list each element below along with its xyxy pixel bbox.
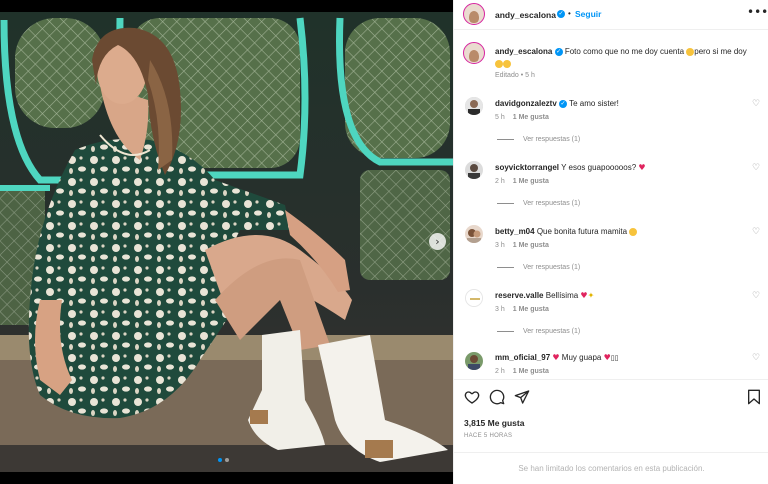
view-replies-button[interactable]: Ver respuestas (1) bbox=[497, 264, 580, 271]
commenter-username[interactable]: soyvicktorrangel bbox=[495, 163, 559, 172]
caption-body: Foto como que no me doy cuenta bbox=[564, 47, 685, 56]
post-header: andy_escalona ✓ • Seguir ••• bbox=[454, 0, 768, 30]
caption-body-2: pero si me doy bbox=[694, 47, 747, 56]
send-icon[interactable] bbox=[514, 389, 530, 405]
commenter-avatar[interactable] bbox=[465, 97, 483, 115]
comment-time[interactable]: 5 h bbox=[495, 114, 505, 121]
red-heart-emoji-icon: ♥ bbox=[552, 353, 560, 363]
comment-like-heart-icon[interactable]: ♡ bbox=[752, 227, 760, 237]
heart-outline-icon[interactable] bbox=[464, 389, 480, 405]
comment-text: davidgonzaleztv ✓ Te amo sister! bbox=[495, 98, 745, 109]
grin-emoji-icon bbox=[495, 59, 503, 68]
comment-text: reserve.valle Bellísima ♥✦ bbox=[495, 290, 745, 301]
comment-likes[interactable]: 1 Me gusta bbox=[513, 178, 549, 185]
carousel-dot bbox=[225, 458, 229, 462]
comment-time[interactable]: 3 h bbox=[495, 306, 505, 313]
caption-username[interactable]: andy_escalona bbox=[495, 47, 552, 56]
comment-item: davidgonzaleztv ✓ Te amo sister! 5 h 1 Me… bbox=[454, 93, 768, 157]
carousel-dot bbox=[218, 458, 222, 462]
post-actions: 3,815 Me gusta HACE 5 HORAS Se han limit… bbox=[454, 379, 768, 484]
comment-likes[interactable]: 1 Me gusta bbox=[513, 242, 549, 249]
edited-label: Editado bbox=[495, 72, 519, 79]
red-heart-emoji-icon: ♥ bbox=[603, 353, 611, 363]
author-username[interactable]: andy_escalona bbox=[495, 10, 556, 20]
follow-button[interactable]: Seguir bbox=[575, 9, 601, 19]
comment-item: mm_oficial_97 ♥ Muy guapa ♥▯▯ 2 h1 Me gu… bbox=[454, 349, 768, 379]
comment-text: mm_oficial_97 ♥ Muy guapa ♥▯▯ bbox=[495, 352, 745, 364]
post-side-panel: andy_escalona ✓ • Seguir ••• andy_escalo… bbox=[453, 0, 768, 484]
comment-body: Te amo sister! bbox=[569, 99, 619, 108]
comment-time[interactable]: 2 h bbox=[495, 178, 505, 185]
caption-meta: Editado • 5 h bbox=[495, 72, 535, 79]
meta-separator: • bbox=[520, 72, 524, 79]
comment-like-heart-icon[interactable]: ♡ bbox=[752, 163, 760, 173]
commenter-username[interactable]: davidgonzaleztv bbox=[495, 99, 557, 108]
carousel-indicator bbox=[218, 458, 229, 462]
red-heart-emoji-icon: ♥ bbox=[580, 291, 588, 301]
bookmark-icon[interactable] bbox=[747, 389, 761, 405]
header-separator: • bbox=[568, 9, 571, 18]
comment-meta: 2 h 1 Me gusta bbox=[495, 368, 549, 375]
likes-count[interactable]: 3,815 Me gusta bbox=[464, 418, 524, 428]
commenter-avatar[interactable] bbox=[465, 289, 483, 307]
emoji-placeholder-icon: ▯▯ bbox=[610, 355, 619, 362]
comments-list[interactable]: andy_escalona ✓ Foto como que no me doy … bbox=[454, 31, 768, 379]
view-replies-button[interactable]: Ver respuestas (1) bbox=[497, 200, 580, 207]
post-image bbox=[0, 0, 453, 484]
comment-body: Bellísima bbox=[545, 291, 579, 300]
comment-time[interactable]: 3 h bbox=[495, 242, 505, 249]
comment-likes[interactable]: 1 Me gusta bbox=[513, 306, 549, 313]
comment-likes[interactable]: 1 Me gusta bbox=[513, 114, 549, 121]
author-avatar[interactable] bbox=[463, 3, 485, 25]
caption-text: andy_escalona ✓ Foto como que no me doy … bbox=[495, 46, 750, 70]
view-replies-label: Ver respuestas (1) bbox=[523, 200, 581, 207]
comment-body: Muy guapa bbox=[561, 353, 602, 362]
view-replies-button[interactable]: Ver respuestas (1) bbox=[497, 136, 580, 143]
comment-like-heart-icon[interactable]: ♡ bbox=[752, 353, 760, 363]
comment-item: betty_m04 Que bonita futura mamita 3 h 1 … bbox=[454, 221, 768, 285]
commenter-avatar[interactable] bbox=[465, 352, 483, 370]
comment-text: betty_m04 Que bonita futura mamita bbox=[495, 226, 745, 237]
commenter-username[interactable]: betty_m04 bbox=[495, 227, 535, 236]
commenter-avatar[interactable] bbox=[465, 161, 483, 179]
comment-like-heart-icon[interactable]: ♡ bbox=[752, 291, 760, 301]
comment-like-heart-icon[interactable]: ♡ bbox=[752, 99, 760, 109]
chevron-right-icon: › bbox=[435, 235, 440, 248]
commenter-username[interactable]: mm_oficial_97 bbox=[495, 353, 550, 362]
smile-emoji-icon bbox=[629, 227, 638, 236]
comment-likes[interactable]: 1 Me gusta bbox=[513, 368, 549, 375]
caption-time[interactable]: 5 h bbox=[525, 72, 535, 79]
comment-meta: 5 h 1 Me gusta bbox=[495, 114, 549, 121]
commenter-username[interactable]: reserve.valle bbox=[495, 291, 544, 300]
comments-limited-notice: Se han limitado los comentarios en esta … bbox=[454, 452, 768, 484]
comment-icon[interactable] bbox=[489, 389, 505, 405]
verified-badge-icon: ✓ bbox=[559, 99, 568, 108]
post-time: HACE 5 HORAS bbox=[464, 433, 513, 439]
red-heart-emoji-icon: ♥ bbox=[638, 163, 646, 173]
view-replies-button[interactable]: Ver respuestas (1) bbox=[497, 328, 580, 335]
caption-avatar[interactable] bbox=[463, 42, 485, 64]
sparkles-emoji-icon: ✦ bbox=[587, 291, 595, 301]
view-replies-label: Ver respuestas (1) bbox=[523, 136, 581, 143]
carousel-next-button[interactable]: › bbox=[429, 233, 446, 250]
comment-time[interactable]: 2 h bbox=[495, 368, 505, 375]
verified-badge-icon: ✓ bbox=[557, 10, 565, 18]
commenter-avatar[interactable] bbox=[465, 225, 483, 243]
view-replies-label: Ver respuestas (1) bbox=[523, 264, 581, 271]
comment-meta: 3 h 1 Me gusta bbox=[495, 306, 549, 313]
comment-body: Y esos guapooooos? bbox=[561, 163, 637, 172]
view-replies-label: Ver respuestas (1) bbox=[523, 328, 581, 335]
comment-item: soyvicktorrangel Y esos guapooooos? ♥ 2 … bbox=[454, 157, 768, 221]
comment-meta: 3 h 1 Me gusta bbox=[495, 242, 549, 249]
more-horizontal-icon[interactable]: ••• bbox=[747, 5, 768, 19]
comment-text: soyvicktorrangel Y esos guapooooos? ♥ bbox=[495, 162, 745, 173]
comment-body: Que bonita futura mamita bbox=[536, 227, 628, 236]
comment-meta: 2 h 1 Me gusta bbox=[495, 178, 549, 185]
comment-item: reserve.valle Bellísima ♥✦ 3 h 1 Me gusta… bbox=[454, 285, 768, 349]
post-photo[interactable]: › bbox=[0, 0, 453, 484]
verified-badge-icon: ✓ bbox=[554, 47, 563, 56]
grin-emoji-icon bbox=[503, 59, 511, 68]
